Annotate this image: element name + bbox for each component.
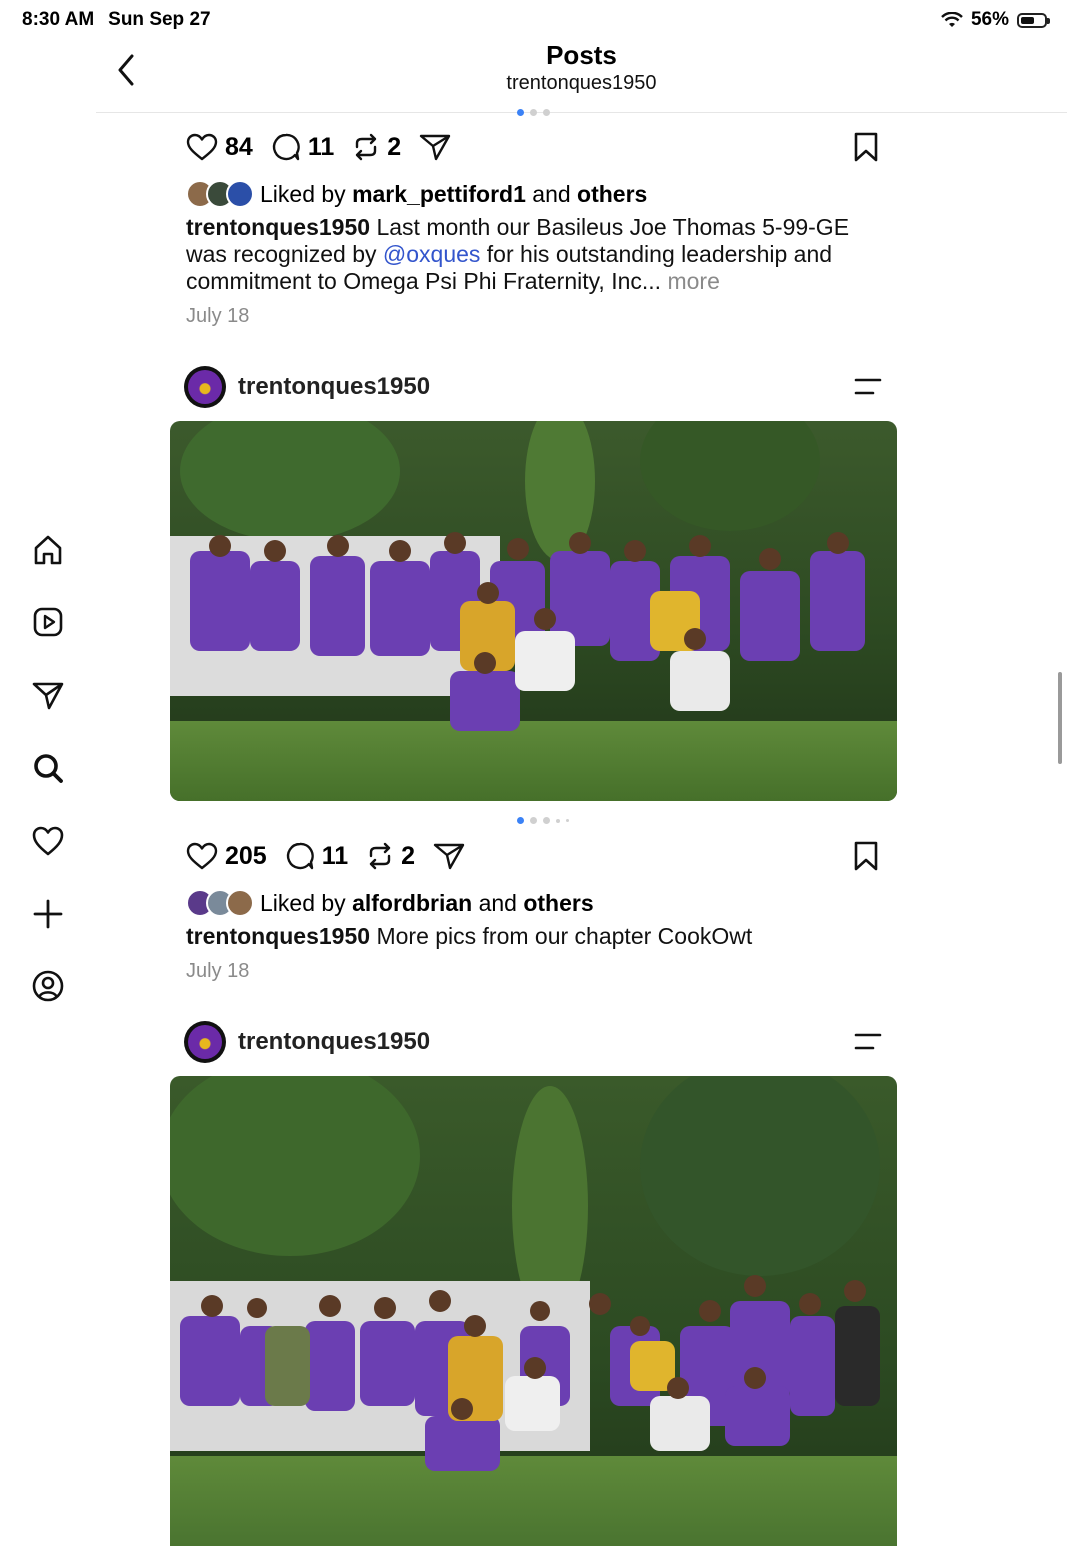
post3-photo[interactable]	[170, 1076, 897, 1546]
post2-photo[interactable]	[170, 421, 897, 801]
more-link[interactable]: more	[667, 268, 719, 294]
post3-header: trentonques1950	[184, 1021, 430, 1063]
repost-button[interactable]: 2	[352, 132, 401, 162]
liker-avatars	[186, 889, 254, 917]
post1-caption: trentonques1950 Last month our Basileus …	[186, 214, 876, 295]
caption-text: More pics from our chapter CookOwt	[376, 923, 753, 949]
heart-icon	[186, 842, 218, 870]
sidebar-search[interactable]	[30, 750, 66, 786]
sidebar-profile[interactable]	[30, 968, 66, 1004]
status-bar-right: 56%	[941, 9, 1050, 31]
status-bar-left: 8:30 AM Sun Sep 27	[22, 9, 225, 31]
share-button[interactable]	[419, 132, 458, 162]
sidebar-create[interactable]	[30, 896, 66, 932]
post3-menu-button[interactable]	[854, 1032, 882, 1052]
comment-button[interactable]: 11	[285, 841, 348, 871]
post2-menu-button[interactable]	[854, 377, 882, 397]
reels-icon	[33, 607, 63, 637]
liked-by-others[interactable]: others	[523, 890, 593, 917]
post1-actions: 84 11 2	[186, 130, 476, 164]
sidebar-activity[interactable]	[30, 823, 66, 859]
send-icon	[32, 682, 64, 710]
liked-by-and: and	[478, 889, 517, 916]
battery-percent: 56%	[970, 9, 1009, 30]
comment-button[interactable]: 11	[271, 132, 334, 162]
post2-caption: trentonques1950 More pics from our chapt…	[186, 923, 876, 950]
carousel-dots	[517, 817, 569, 824]
caption-username[interactable]: trentonques1950	[186, 923, 370, 949]
sidebar-reels[interactable]	[30, 604, 66, 640]
plus-icon	[33, 899, 63, 929]
post2-actions: 205 11 2	[186, 839, 490, 873]
share-button[interactable]	[433, 841, 472, 871]
search-icon	[34, 754, 63, 783]
post2-date: July 18	[186, 960, 250, 982]
like-count: 84	[225, 132, 253, 161]
comment-count: 11	[321, 841, 349, 870]
menu-icon	[854, 1033, 882, 1050]
like-count: 205	[225, 841, 267, 870]
repost-button[interactable]: 2	[366, 841, 415, 871]
heart-icon	[186, 133, 218, 161]
group-photo-image	[170, 421, 897, 801]
like-button[interactable]: 205	[186, 841, 267, 871]
post1-date: July 18	[186, 305, 250, 327]
liked-by-user[interactable]: alfordbrian	[352, 890, 472, 917]
repost-count: 2	[387, 132, 402, 161]
menu-icon	[854, 378, 882, 395]
comment-icon	[272, 133, 300, 161]
post-username[interactable]: trentonques1950	[238, 1028, 430, 1056]
page-subtitle: trentonques1950	[506, 72, 657, 94]
status-time: 8:30 AM	[22, 9, 95, 30]
liked-by-label: Liked by	[260, 889, 346, 916]
repost-icon	[369, 842, 391, 870]
avatar[interactable]	[184, 1021, 226, 1063]
post2-header: trentonques1950	[184, 366, 430, 408]
profile-icon	[32, 970, 64, 1002]
sidebar-messages[interactable]	[30, 677, 66, 713]
carousel-dots-top	[517, 109, 550, 116]
caption-mention[interactable]: @oxques	[383, 241, 481, 267]
sidebar-home[interactable]	[30, 532, 66, 568]
caption-username[interactable]: trentonques1950	[186, 214, 370, 240]
repost-count: 2	[401, 841, 416, 870]
battery-icon	[1017, 12, 1050, 28]
scrollbar[interactable]	[1058, 672, 1062, 764]
status-date: Sun Sep 27	[108, 9, 211, 30]
post2-liked-by: Liked by alfordbrian and others	[186, 889, 594, 917]
header-divider	[96, 112, 1067, 113]
avatar[interactable]	[184, 366, 226, 408]
bookmark-icon	[854, 841, 878, 871]
send-icon	[419, 134, 451, 161]
comment-count: 11	[307, 132, 335, 161]
page-title: Posts	[546, 40, 617, 70]
liker-avatars	[186, 180, 254, 208]
liked-by-and: and	[532, 180, 571, 207]
heart-icon	[32, 826, 64, 856]
home-icon	[34, 535, 62, 565]
post1-liked-by: Liked by mark_pettiford1 and others	[186, 180, 647, 208]
bookmark-button[interactable]	[852, 131, 880, 163]
liked-by-label: Liked by	[260, 180, 346, 207]
liked-by-user[interactable]: mark_pettiford1	[352, 181, 526, 208]
liked-by-others[interactable]: others	[577, 181, 647, 208]
wifi-icon	[941, 12, 963, 27]
post-username[interactable]: trentonques1950	[238, 373, 430, 401]
comment-icon	[286, 842, 314, 870]
like-button[interactable]: 84	[186, 132, 253, 162]
send-icon	[433, 843, 465, 870]
bookmark-button[interactable]	[852, 840, 880, 872]
bookmark-icon	[854, 132, 878, 162]
group-photo-image	[170, 1076, 897, 1546]
repost-icon	[356, 133, 377, 161]
